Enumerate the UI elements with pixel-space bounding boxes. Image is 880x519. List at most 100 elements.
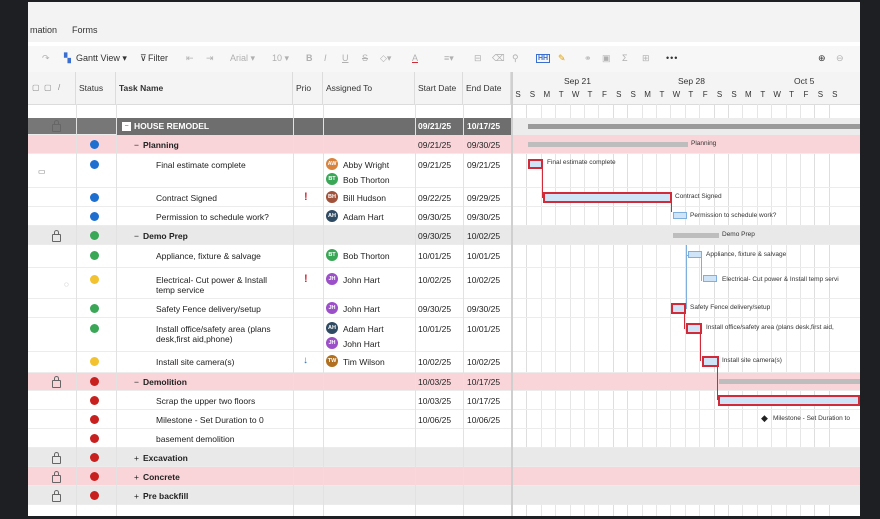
menu-item-automation[interactable]: mation [30,25,57,35]
clear-format-icon[interactable]: ⌫ [492,53,505,64]
table-row[interactable]: Contract Signed ! BH Bill Hudson 09/22/2… [28,188,860,207]
prio-column-header[interactable]: Prio [293,72,323,104]
status-dot[interactable] [90,231,99,240]
menu-item-forms[interactable]: Forms [72,25,98,35]
underline-button[interactable]: U [342,53,349,63]
gantt-summary-bar[interactable] [528,124,860,129]
task-name-column-header[interactable]: Task Name [116,72,293,104]
table-row[interactable]: Appliance, fixture & salvage BT Bob Thor… [28,245,860,268]
outdent-icon[interactable]: ⇤ [186,53,194,64]
filter-icon[interactable]: ⊽ [140,53,147,64]
gantt-summary-bar[interactable] [528,142,688,147]
status-dot[interactable] [90,212,99,221]
table-row[interactable]: − Demo Prep 09/30/25 10/02/25 Demo Prep [28,226,860,245]
reminder-icon[interactable]: ◌ [64,280,69,289]
end-date[interactable]: 09/30/25 [467,140,500,150]
table-row[interactable]: − Demolition 10/03/25 10/17/25 [28,373,860,391]
end-date[interactable]: 10/17/25 [467,396,500,406]
start-date[interactable]: 09/30/25 [418,212,451,222]
expand-icon[interactable]: + [134,491,139,501]
assignee-name[interactable]: Abby Wright [343,160,389,170]
start-date[interactable]: 10/03/25 [418,377,451,387]
end-date[interactable]: 10/01/25 [467,251,500,261]
gantt-task-bar[interactable] [703,275,717,282]
end-date[interactable]: 10/02/25 [467,357,500,367]
bold-button[interactable]: B [306,53,313,63]
status-dot[interactable] [90,357,99,366]
start-date[interactable]: 10/03/25 [418,396,451,406]
start-date[interactable]: 09/21/25 [418,160,451,170]
collapse-icon[interactable]: − [134,231,139,241]
end-date[interactable]: 10/17/25 [467,377,500,387]
gantt-view-button[interactable]: Gantt View ▾ [76,53,127,64]
end-date[interactable]: 09/29/25 [467,193,500,203]
zoom-in-icon[interactable]: ⊕ [818,53,826,64]
table-row[interactable]: Milestone - Set Duration to 0 10/06/25 1… [28,410,860,429]
wrap-icon[interactable]: ⊟ [474,53,482,64]
gantt-task-bar[interactable] [718,395,860,406]
table-row[interactable]: + Concrete [28,467,860,486]
text-color-button[interactable]: A [412,53,418,63]
strikethrough-button[interactable]: S [362,53,368,63]
status-dot[interactable] [90,415,99,424]
table-row[interactable]: ◌ Electrical- Cut power & Install temp s… [28,268,860,299]
italic-button[interactable]: I [324,53,327,63]
table-row[interactable]: Install office/safety area (plans desk,f… [28,318,860,352]
assignee-name[interactable]: John Hart [343,304,380,314]
end-date[interactable]: 10/01/25 [467,324,500,334]
start-date[interactable]: 10/02/25 [418,275,451,285]
redo-icon[interactable]: ↷ [42,53,50,64]
start-date[interactable]: 10/01/25 [418,251,451,261]
status-dot[interactable] [90,160,99,169]
collapse-icon[interactable]: − [134,140,139,150]
status-dot[interactable] [90,275,99,284]
table-row[interactable]: Permission to schedule work? AH Adam Har… [28,207,860,226]
font-select[interactable]: Arial ▾ [230,53,255,64]
status-dot[interactable] [90,491,99,500]
align-icon[interactable]: ≡▾ [444,53,454,64]
assignee-name[interactable]: Bob Thorton [343,251,390,261]
assignee-name[interactable]: Bob Thorton [343,175,390,185]
fill-color-icon[interactable]: ◇▾ [380,53,391,64]
table-row[interactable]: − HOUSE REMODEL 09/21/25 10/17/25 [28,118,860,135]
link-icon[interactable]: ⚭ [584,53,592,64]
assignee-name[interactable]: Adam Hart [343,324,384,334]
table-row[interactable]: Scrap the upper two floors 10/03/25 10/1… [28,391,860,410]
expand-icon[interactable]: + [134,472,139,482]
end-date-column-header[interactable]: End Date [463,72,511,104]
end-date[interactable]: 09/21/25 [467,160,500,170]
assignee-name[interactable]: John Hart [343,275,380,285]
formula-icon[interactable]: Σ [622,53,628,63]
status-column-header[interactable]: Status [76,72,116,104]
status-dot[interactable] [90,324,99,333]
gantt-summary-bar[interactable] [719,379,860,384]
assignee-name[interactable]: Bill Hudson [343,193,386,203]
end-date[interactable]: 10/02/25 [467,231,500,241]
collapse-icon[interactable]: − [122,122,131,131]
end-date[interactable]: 09/30/25 [467,212,500,222]
collapse-icon[interactable]: − [134,377,139,387]
status-dot[interactable] [90,434,99,443]
table-row[interactable]: ▭ Final estimate complete AW Abby Wright… [28,154,860,188]
assignee-name[interactable]: Adam Hart [343,212,384,222]
filter-button[interactable]: Filter [148,53,168,63]
end-date[interactable]: 10/17/25 [467,121,500,131]
font-size-select[interactable]: 10 ▾ [272,53,289,64]
table-row[interactable]: Install site camera(s) ↓ TW Tim Wilson 1… [28,352,860,373]
zoom-out-icon[interactable]: ⊖ [836,53,844,64]
priority-low-icon[interactable]: ↓ [303,355,308,366]
gantt-summary-bar[interactable] [673,233,719,238]
status-dot[interactable] [90,396,99,405]
status-dot[interactable] [90,140,99,149]
status-dot[interactable] [90,193,99,202]
comment-icon[interactable]: ▭ [38,167,46,176]
end-date[interactable]: 10/02/25 [467,275,500,285]
image-icon[interactable]: ▣ [602,53,611,64]
table-row[interactable]: + Pre backfill [28,486,860,505]
end-date[interactable]: 10/06/25 [467,415,500,425]
start-date[interactable]: 10/01/25 [418,324,451,334]
priority-high-icon[interactable]: ! [304,191,308,203]
table-row[interactable]: − Planning 09/21/25 09/30/25 Planning [28,135,860,154]
milestone-diamond-icon[interactable]: ◆ [761,413,768,424]
format-painter-icon[interactable]: ✎ [558,53,566,64]
